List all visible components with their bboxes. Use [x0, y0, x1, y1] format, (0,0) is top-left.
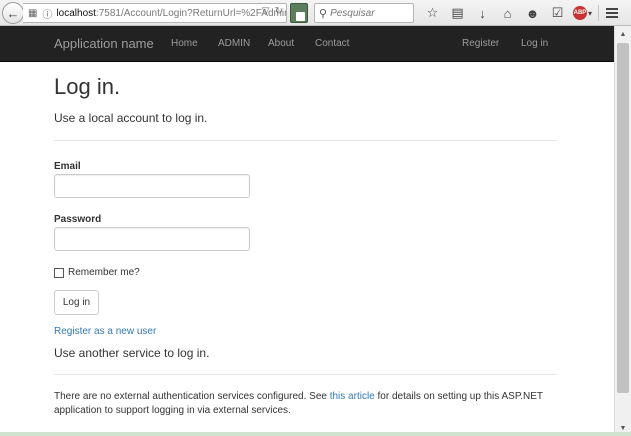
scroll-thumb[interactable] [617, 43, 629, 393]
password-label: Password [54, 214, 102, 225]
external-auth-text: There are no external authentication ser… [54, 390, 554, 418]
search-icon: ⚲ [319, 7, 328, 20]
scroll-up-icon[interactable]: ▲ [615, 26, 631, 42]
remember-me-checkbox[interactable] [54, 267, 64, 278]
password-field[interactable] [54, 227, 250, 251]
page-subtitle: Use a local account to log in. [54, 111, 208, 125]
reload-icon[interactable]: ↻ [275, 6, 283, 17]
email-label: Email [54, 161, 81, 172]
download-icon[interactable]: ↓ [470, 4, 495, 22]
email-field[interactable] [54, 174, 250, 198]
chat-icon[interactable]: ☻ [520, 4, 545, 22]
external-text-before: There are no external authentication ser… [54, 391, 330, 402]
nav-link-register[interactable]: Register [462, 38, 499, 49]
nav-link-about[interactable]: About [268, 38, 294, 49]
hamburger-menu-icon[interactable] [602, 4, 622, 22]
remember-me-row: Remember me? [54, 267, 140, 278]
url-path: :7581/Account/Login?ReturnUrl=%2FAdmin [95, 7, 286, 19]
extension-icon[interactable] [290, 3, 308, 23]
remember-me-label[interactable]: Remember me? [68, 267, 140, 278]
window-bottom-border [0, 432, 631, 436]
nav-link-login[interactable]: Log in [521, 38, 548, 49]
site-info-icon[interactable]: ⓘ [42, 6, 52, 21]
adblock-icon[interactable]: ABP ▾ [570, 4, 595, 22]
nav-link-home[interactable]: Home [171, 38, 198, 49]
back-arrow-icon[interactable]: ← [2, 2, 24, 24]
login-button[interactable]: Log in [54, 290, 99, 315]
url-text: localhost:7581/Account/Login?ReturnUrl=%… [56, 8, 286, 19]
pocket-icon[interactable]: ☑ [545, 4, 570, 22]
browser-toolbar: ← ▦ ⓘ localhost:7581/Account/Login?Retur… [0, 0, 631, 26]
register-new-user-link[interactable]: Register as a new user [54, 326, 156, 337]
url-host: localhost [56, 7, 96, 19]
search-input[interactable] [330, 7, 406, 19]
this-article-link[interactable]: this article [330, 391, 375, 402]
page-icon: ▦ [28, 7, 38, 19]
bookmark-star-icon[interactable]: ☆ [420, 4, 445, 22]
nav-link-admin[interactable]: ADMIN [218, 38, 250, 49]
page-title: Log in. [54, 74, 121, 99]
brand-link[interactable]: Application name [54, 36, 154, 51]
address-bar[interactable]: ▦ ⓘ localhost:7581/Account/Login?ReturnU… [23, 3, 287, 23]
clipboard-icon[interactable]: ▤ [445, 4, 470, 22]
divider [54, 140, 557, 141]
toolbar-separator [598, 5, 599, 21]
other-service-title: Use another service to log in. [54, 346, 210, 360]
history-dropdown-icon[interactable]: ▽ [262, 6, 270, 17]
search-box[interactable]: ⚲ [314, 3, 414, 23]
nav-link-contact[interactable]: Contact [315, 38, 349, 49]
divider [54, 374, 557, 375]
home-icon[interactable]: ⌂ [495, 4, 520, 22]
site-navbar: Application name Home ADMIN About Contac… [0, 26, 614, 62]
vertical-scrollbar[interactable]: ▲ ▼ [614, 26, 631, 436]
